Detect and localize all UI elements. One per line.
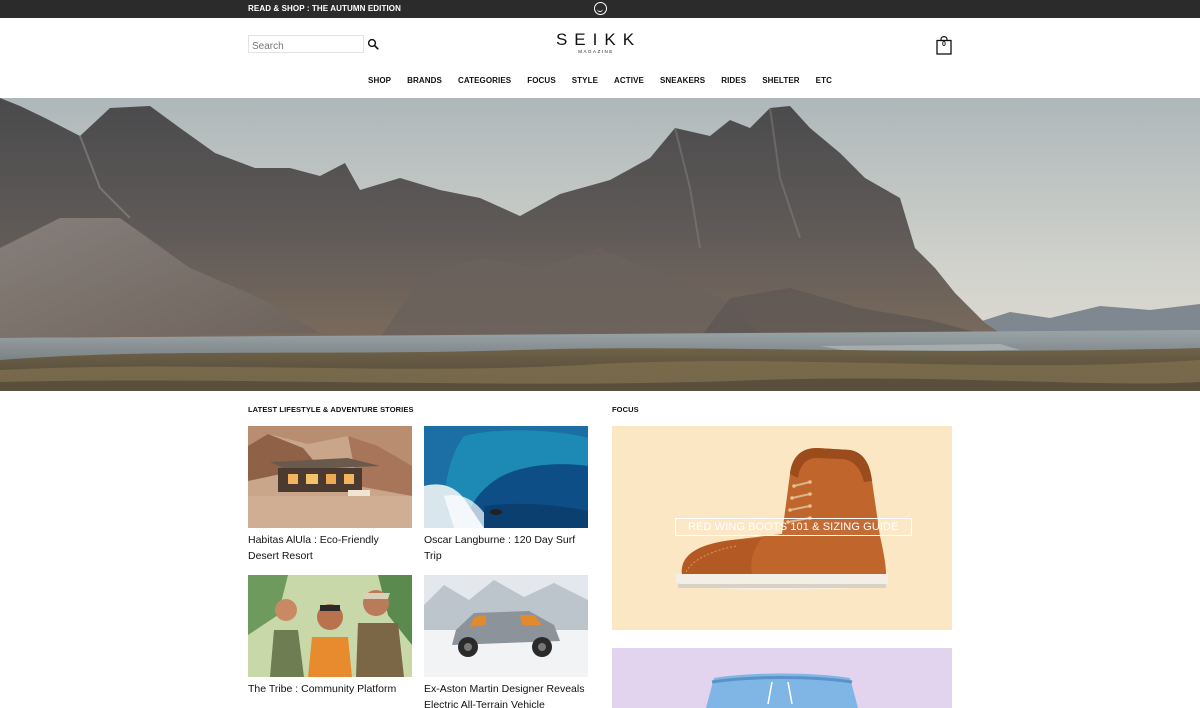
nav-item-style[interactable]: STYLE [572, 76, 598, 85]
cart-button[interactable]: 0 [936, 36, 952, 55]
site-logo[interactable]: SEIKK MAGAZINE [540, 31, 650, 55]
illustration-people-image [248, 575, 412, 677]
nav-item-categories[interactable]: CATEGORIES [458, 76, 511, 85]
focus-heading: FOCUS [612, 405, 639, 414]
hero-banner[interactable] [0, 98, 1200, 391]
hero-mountain-image [0, 98, 1200, 391]
shorts-product-image [706, 673, 858, 708]
surf-wave-image [424, 426, 588, 528]
nav-item-etc[interactable]: ETC [816, 76, 832, 85]
promo-link[interactable]: READ & SHOP : THE AUTUMN EDITION [248, 4, 401, 13]
nav-item-brands[interactable]: BRANDS [407, 76, 442, 85]
story-card[interactable]: Habitas AlUla : Eco-Friendly Desert Reso… [248, 426, 412, 564]
story-title[interactable]: Ex-Aston Martin Designer Reveals Electri… [424, 682, 588, 708]
main-navigation: SHOP BRANDS CATEGORIES FOCUS STYLE ACTIV… [0, 76, 1200, 85]
search-icon[interactable] [367, 38, 379, 50]
nav-item-focus[interactable]: FOCUS [527, 76, 556, 85]
cart-count: 0 [942, 41, 946, 48]
top-promo-bar: READ & SHOP : THE AUTUMN EDITION [0, 0, 1200, 18]
story-card[interactable]: The Tribe : Community Platform [248, 575, 412, 698]
search-field[interactable] [248, 35, 364, 55]
focus-secondary-card[interactable] [612, 648, 952, 708]
nav-item-shelter[interactable]: SHELTER [762, 76, 799, 85]
stories-heading: LATEST LIFESTYLE & ADVENTURE STORIES [248, 405, 414, 414]
focus-feature-title[interactable]: RED WING BOOTS 101 & SIZING GUIDE [675, 518, 912, 536]
circle-logo-icon[interactable] [594, 2, 607, 15]
logo-subtitle: MAGAZINE [578, 49, 614, 54]
search-input[interactable] [249, 38, 363, 55]
logo-title: SEIKK [555, 30, 642, 49]
nav-item-shop[interactable]: SHOP [368, 76, 391, 85]
story-title[interactable]: The Tribe : Community Platform [248, 682, 412, 698]
desert-resort-image [248, 426, 412, 528]
nav-item-active[interactable]: ACTIVE [614, 76, 644, 85]
nav-item-rides[interactable]: RIDES [721, 76, 746, 85]
nav-item-sneakers[interactable]: SNEAKERS [660, 76, 705, 85]
electric-vehicle-image [424, 575, 588, 677]
story-title[interactable]: Oscar Langburne : 120 Day Surf Trip [424, 533, 588, 564]
story-card[interactable]: Oscar Langburne : 120 Day Surf Trip [424, 426, 588, 564]
story-title[interactable]: Habitas AlUla : Eco-Friendly Desert Reso… [248, 533, 412, 564]
story-card[interactable]: Ex-Aston Martin Designer Reveals Electri… [424, 575, 588, 708]
focus-feature-card[interactable]: RED WING BOOTS 101 & SIZING GUIDE [612, 426, 952, 630]
